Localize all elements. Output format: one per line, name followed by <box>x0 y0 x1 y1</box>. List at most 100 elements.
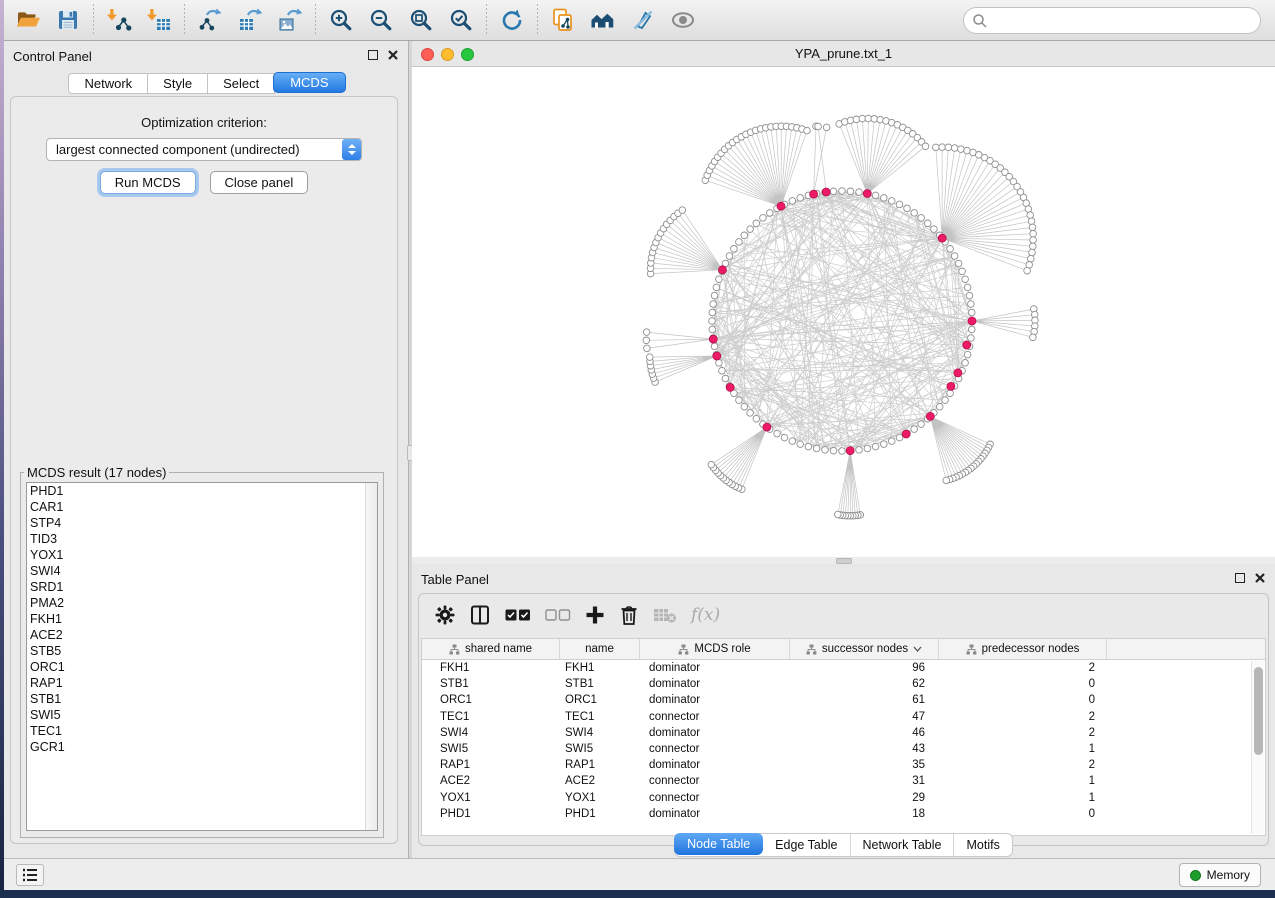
deselect-all-button[interactable] <box>545 600 571 630</box>
mcds-result-item[interactable]: TEC1 <box>27 723 377 739</box>
fit-content-button[interactable] <box>401 2 441 38</box>
mcds-hub-node[interactable] <box>709 335 717 343</box>
mcds-hub-node[interactable] <box>726 383 734 391</box>
table-row[interactable]: RAP1RAP1dominator352 <box>422 757 1265 773</box>
column-header-name[interactable]: name <box>560 639 640 659</box>
mcds-hub-node[interactable] <box>902 430 910 438</box>
close-panel-icon[interactable] <box>1255 573 1265 583</box>
hide-annotations-button[interactable] <box>623 2 663 38</box>
open-file-button[interactable] <box>8 2 48 38</box>
import-network-button[interactable] <box>99 2 139 38</box>
mcds-result-item[interactable]: TID3 <box>27 531 377 547</box>
mcds-list-scrollbar[interactable] <box>365 483 377 830</box>
mcds-result-item[interactable]: GCR1 <box>27 739 377 755</box>
mcds-hub-node[interactable] <box>810 190 818 198</box>
mcds-result-item[interactable]: FKH1 <box>27 611 377 627</box>
float-panel-icon[interactable] <box>1235 573 1245 583</box>
table-row[interactable]: TEC1TEC1connector472 <box>422 709 1265 725</box>
table-row[interactable]: ORC1ORC1dominator610 <box>422 692 1265 708</box>
save-session-button[interactable] <box>48 2 88 38</box>
search-box[interactable] <box>963 7 1261 34</box>
show-all-networks-button[interactable] <box>583 2 623 38</box>
mcds-hub-node[interactable] <box>954 369 962 377</box>
duplicate-network-button[interactable] <box>543 2 583 38</box>
table-row[interactable]: PHD1PHD1dominator180 <box>422 806 1265 822</box>
table-row[interactable]: SWI5SWI5connector431 <box>422 741 1265 757</box>
mcds-hub-node[interactable] <box>947 382 955 390</box>
mcds-result-item[interactable]: ACE2 <box>27 627 377 643</box>
close-panel-button[interactable]: Close panel <box>210 171 309 194</box>
mcds-hub-node[interactable] <box>719 266 727 274</box>
delete-button[interactable] <box>619 600 639 630</box>
birds-eye-view-button[interactable] <box>663 2 703 38</box>
table-row[interactable]: STB1STB1dominator620 <box>422 676 1265 692</box>
mcds-hub-node[interactable] <box>777 202 785 210</box>
add-column-button[interactable] <box>585 600 605 630</box>
column-header-predecessor_nodes[interactable]: predecessor nodes <box>939 639 1107 659</box>
mcds-result-item[interactable]: YOX1 <box>27 547 377 563</box>
export-table-button[interactable] <box>230 2 270 38</box>
mcds-hub-node[interactable] <box>963 341 971 349</box>
mcds-hub-node[interactable] <box>926 412 934 420</box>
column-header-shared_name[interactable]: shared name <box>422 639 560 659</box>
refresh-layout-button[interactable] <box>492 2 532 38</box>
export-image-button[interactable] <box>270 2 310 38</box>
network-graph[interactable] <box>412 67 1275 557</box>
minimize-window-button[interactable] <box>441 48 454 61</box>
mcds-hub-node[interactable] <box>846 447 854 455</box>
column-header-mcds_role[interactable]: MCDS role <box>640 639 790 659</box>
float-panel-icon[interactable] <box>368 50 378 60</box>
tab-network-table[interactable]: Network Table <box>851 834 955 856</box>
table-row[interactable]: SWI4SWI4dominator462 <box>422 725 1265 741</box>
mcds-result-item[interactable]: CAR1 <box>27 499 377 515</box>
tab-select[interactable]: Select <box>208 73 275 94</box>
table-scrollbar-thumb[interactable] <box>1254 667 1263 755</box>
mcds-result-item[interactable]: STB1 <box>27 691 377 707</box>
mcds-hub-node[interactable] <box>713 352 721 360</box>
mcds-result-item[interactable]: SWI5 <box>27 707 377 723</box>
show-task-history-button[interactable] <box>16 864 44 886</box>
close-window-button[interactable] <box>421 48 434 61</box>
table-settings-button[interactable] <box>435 600 455 630</box>
tab-network[interactable]: Network <box>68 73 148 94</box>
tab-node-table[interactable]: Node Table <box>674 833 763 855</box>
mcds-result-item[interactable]: STP4 <box>27 515 377 531</box>
column-header-successor_nodes[interactable]: successor nodes <box>790 639 939 659</box>
mcds-result-item[interactable]: SRD1 <box>27 579 377 595</box>
mcds-result-item[interactable]: ORC1 <box>27 659 377 675</box>
mcds-result-item[interactable]: SWI4 <box>27 563 377 579</box>
table-row[interactable]: FKH1FKH1dominator962 <box>422 660 1265 676</box>
zoom-in-button[interactable] <box>321 2 361 38</box>
export-network-button[interactable] <box>190 2 230 38</box>
tab-motifs[interactable]: Motifs <box>954 834 1011 856</box>
mcds-result-item[interactable]: STB5 <box>27 643 377 659</box>
zoom-out-button[interactable] <box>361 2 401 38</box>
mcds-hub-node[interactable] <box>938 234 946 242</box>
import-table-button[interactable] <box>139 2 179 38</box>
horizontal-splitter[interactable] <box>412 557 1275 564</box>
table-row[interactable]: ACE2ACE2connector311 <box>422 773 1265 789</box>
network-canvas[interactable] <box>412 67 1275 557</box>
mcds-result-item[interactable]: RAP1 <box>27 675 377 691</box>
mcds-hub-node[interactable] <box>763 423 771 431</box>
column-visibility-button[interactable] <box>469 600 491 630</box>
maximize-window-button[interactable] <box>461 48 474 61</box>
mcds-hub-node[interactable] <box>863 190 871 198</box>
table-row[interactable]: YOX1YOX1connector291 <box>422 790 1265 806</box>
zoom-selected-button[interactable] <box>441 2 481 38</box>
search-input[interactable] <box>988 11 1260 31</box>
mcds-hub-node[interactable] <box>822 188 830 196</box>
mcds-result-item[interactable]: PMA2 <box>27 595 377 611</box>
optimization-criterion-select[interactable]: largest connected component (undirected) <box>46 138 362 161</box>
tab-mcds[interactable]: MCDS <box>273 72 345 93</box>
mcds-hub-node[interactable] <box>968 317 976 325</box>
run-mcds-button[interactable]: Run MCDS <box>100 171 196 194</box>
select-all-button[interactable] <box>505 600 531 630</box>
tab-edge-table[interactable]: Edge Table <box>763 834 850 856</box>
close-panel-icon[interactable] <box>388 50 398 60</box>
mcds-result-item[interactable]: PHD1 <box>27 483 377 499</box>
memory-button[interactable]: Memory <box>1179 863 1261 887</box>
mcds-result-list[interactable]: PHD1CAR1STP4TID3YOX1SWI4SRD1PMA2FKH1ACE2… <box>26 482 378 831</box>
table-scrollbar[interactable] <box>1251 661 1264 834</box>
tab-style[interactable]: Style <box>148 73 208 94</box>
